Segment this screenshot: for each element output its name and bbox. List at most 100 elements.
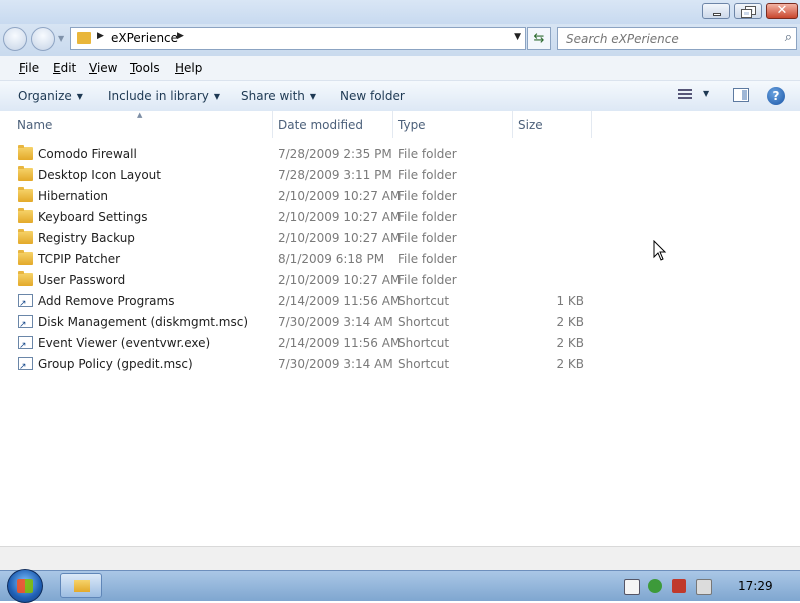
include-label: Include in library <box>108 89 209 103</box>
file-size: 2 KB <box>556 315 584 329</box>
file-row[interactable]: Event Viewer (eventvwr.exe) 2/14/2009 11… <box>0 332 600 353</box>
file-row[interactable]: Group Policy (gpedit.msc) 7/30/2009 3:14… <box>0 353 600 374</box>
search-box[interactable]: ⌕ <box>557 27 797 50</box>
search-icon[interactable]: ⌕ <box>785 30 792 45</box>
column-type[interactable]: Type <box>398 118 426 132</box>
file-type: Shortcut <box>398 357 450 371</box>
folder-icon <box>18 145 33 160</box>
shortcut-icon <box>18 336 33 351</box>
share-with-button[interactable]: Share with ▼ <box>241 89 316 103</box>
folder-icon <box>18 208 33 223</box>
taskbar-explorer-button[interactable] <box>60 573 102 598</box>
volume-muted-icon[interactable] <box>696 579 712 595</box>
share-label: Share with <box>241 89 305 103</box>
minimize-button[interactable] <box>702 3 730 19</box>
file-row[interactable]: User Password 2/10/2009 10:27 AM File fo… <box>0 269 600 290</box>
shortcut-icon <box>18 315 33 330</box>
file-date: 2/10/2009 10:27 AM <box>278 210 401 224</box>
title-bar: ✕ <box>0 0 800 24</box>
forward-button[interactable] <box>31 27 55 51</box>
file-row[interactable]: Desktop Icon Layout 7/28/2009 3:11 PM Fi… <box>0 164 600 185</box>
column-date-modified[interactable]: Date modified <box>278 118 363 132</box>
column-divider[interactable] <box>392 111 393 138</box>
file-type: File folder <box>398 273 457 287</box>
new-folder-button[interactable]: New folder <box>340 89 405 103</box>
change-view-icon[interactable] <box>678 89 692 101</box>
shortcut-icon <box>18 294 33 309</box>
file-date: 7/28/2009 3:11 PM <box>278 168 392 182</box>
back-button[interactable] <box>3 27 27 51</box>
file-date: 7/28/2009 2:35 PM <box>278 147 392 161</box>
file-row[interactable]: Registry Backup 2/10/2009 10:27 AM File … <box>0 227 600 248</box>
file-size: 1 KB <box>556 294 584 308</box>
sort-ascending-icon: ▲ <box>137 111 143 119</box>
file-row[interactable]: Disk Management (diskmgmt.msc) 7/30/2009… <box>0 311 600 332</box>
file-row[interactable]: Add Remove Programs 2/14/2009 11:56 AM S… <box>0 290 600 311</box>
file-name: Hibernation <box>38 189 109 203</box>
file-name: Add Remove Programs <box>38 294 175 308</box>
file-name: Registry Backup <box>38 231 135 245</box>
column-divider[interactable] <box>272 111 273 138</box>
navigation-bar: ▼ ▶ eXPerience ▶ ▼ ⇆ ⌕ <box>0 24 800 56</box>
file-date: 7/30/2009 3:14 AM <box>278 315 393 329</box>
command-bar: Organize ▼ Include in library ▼ Share with… <box>0 81 800 112</box>
network-error-icon[interactable] <box>672 579 686 593</box>
file-date: 2/14/2009 11:56 AM <box>278 336 401 350</box>
refresh-button[interactable]: ⇆ <box>527 27 551 50</box>
folder-icon <box>18 250 33 265</box>
file-type: File folder <box>398 189 457 203</box>
menu-help[interactable]: Help <box>175 61 202 75</box>
start-button[interactable] <box>7 569 43 603</box>
file-row[interactable]: TCPIP Patcher 8/1/2009 6:18 PM File fold… <box>0 248 600 269</box>
search-input[interactable] <box>564 30 768 48</box>
file-size: 2 KB <box>556 357 584 371</box>
folder-icon <box>18 271 33 286</box>
menu-file[interactable]: File <box>19 61 39 75</box>
file-name: Comodo Firewall <box>38 147 137 161</box>
file-row[interactable]: Hibernation 2/10/2009 10:27 AM File fold… <box>0 185 600 206</box>
folder-icon <box>18 166 33 181</box>
column-divider[interactable] <box>591 111 592 138</box>
column-name[interactable]: Name <box>17 118 52 132</box>
folder-icon <box>77 32 91 44</box>
view-options-dropdown-icon[interactable]: ▼ <box>703 89 709 98</box>
organize-button[interactable]: Organize ▼ <box>18 89 83 103</box>
column-header-row: ▲ Name Date modified Type Size <box>0 111 800 138</box>
address-bar[interactable]: ▶ eXPerience ▶ ▼ <box>70 27 526 50</box>
notes-tray-icon[interactable] <box>624 579 640 595</box>
file-type: File folder <box>398 231 457 245</box>
clock[interactable]: 17:29 <box>738 579 773 593</box>
preview-pane-icon[interactable] <box>733 88 749 102</box>
file-date: 8/1/2009 6:18 PM <box>278 252 385 266</box>
file-row[interactable]: Comodo Firewall 7/28/2009 2:35 PM File f… <box>0 143 600 164</box>
file-date: 7/30/2009 3:14 AM <box>278 357 393 371</box>
menu-edit[interactable]: Edit <box>53 61 76 75</box>
address-dropdown-icon[interactable]: ▼ <box>514 32 521 42</box>
file-row[interactable]: Keyboard Settings 2/10/2009 10:27 AM Fil… <box>0 206 600 227</box>
menu-tools[interactable]: Tools <box>130 61 160 75</box>
file-name: TCPIP Patcher <box>38 252 121 266</box>
close-button[interactable]: ✕ <box>766 3 798 19</box>
chevron-down-icon: ▼ <box>309 92 317 101</box>
shield-check-icon[interactable] <box>648 579 662 593</box>
column-size[interactable]: Size <box>518 118 543 132</box>
minimize-icon <box>703 4 729 18</box>
restore-icon <box>735 4 761 18</box>
taskbar: 17:29 <box>0 569 800 603</box>
breadcrumb-experience[interactable]: eXPerience <box>111 31 178 45</box>
chevron-right-icon[interactable]: ▶ <box>97 31 104 41</box>
file-date: 2/14/2009 11:56 AM <box>278 294 401 308</box>
restore-button[interactable] <box>734 3 762 19</box>
chevron-down-icon: ▼ <box>213 92 221 101</box>
refresh-icon: ⇆ <box>533 31 545 46</box>
column-divider[interactable] <box>512 111 513 138</box>
include-in-library-button[interactable]: Include in library ▼ <box>108 89 220 103</box>
chevron-down-icon: ▼ <box>76 92 83 101</box>
recent-pages-dropdown-icon[interactable]: ▼ <box>58 34 64 43</box>
menu-view[interactable]: View <box>89 61 117 75</box>
help-icon[interactable]: ? <box>767 87 785 105</box>
mouse-pointer-icon <box>653 240 667 261</box>
chevron-right-icon[interactable]: ▶ <box>177 31 184 41</box>
file-type: Shortcut <box>398 294 450 308</box>
menu-bar: File Edit View Tools Help <box>0 56 800 81</box>
